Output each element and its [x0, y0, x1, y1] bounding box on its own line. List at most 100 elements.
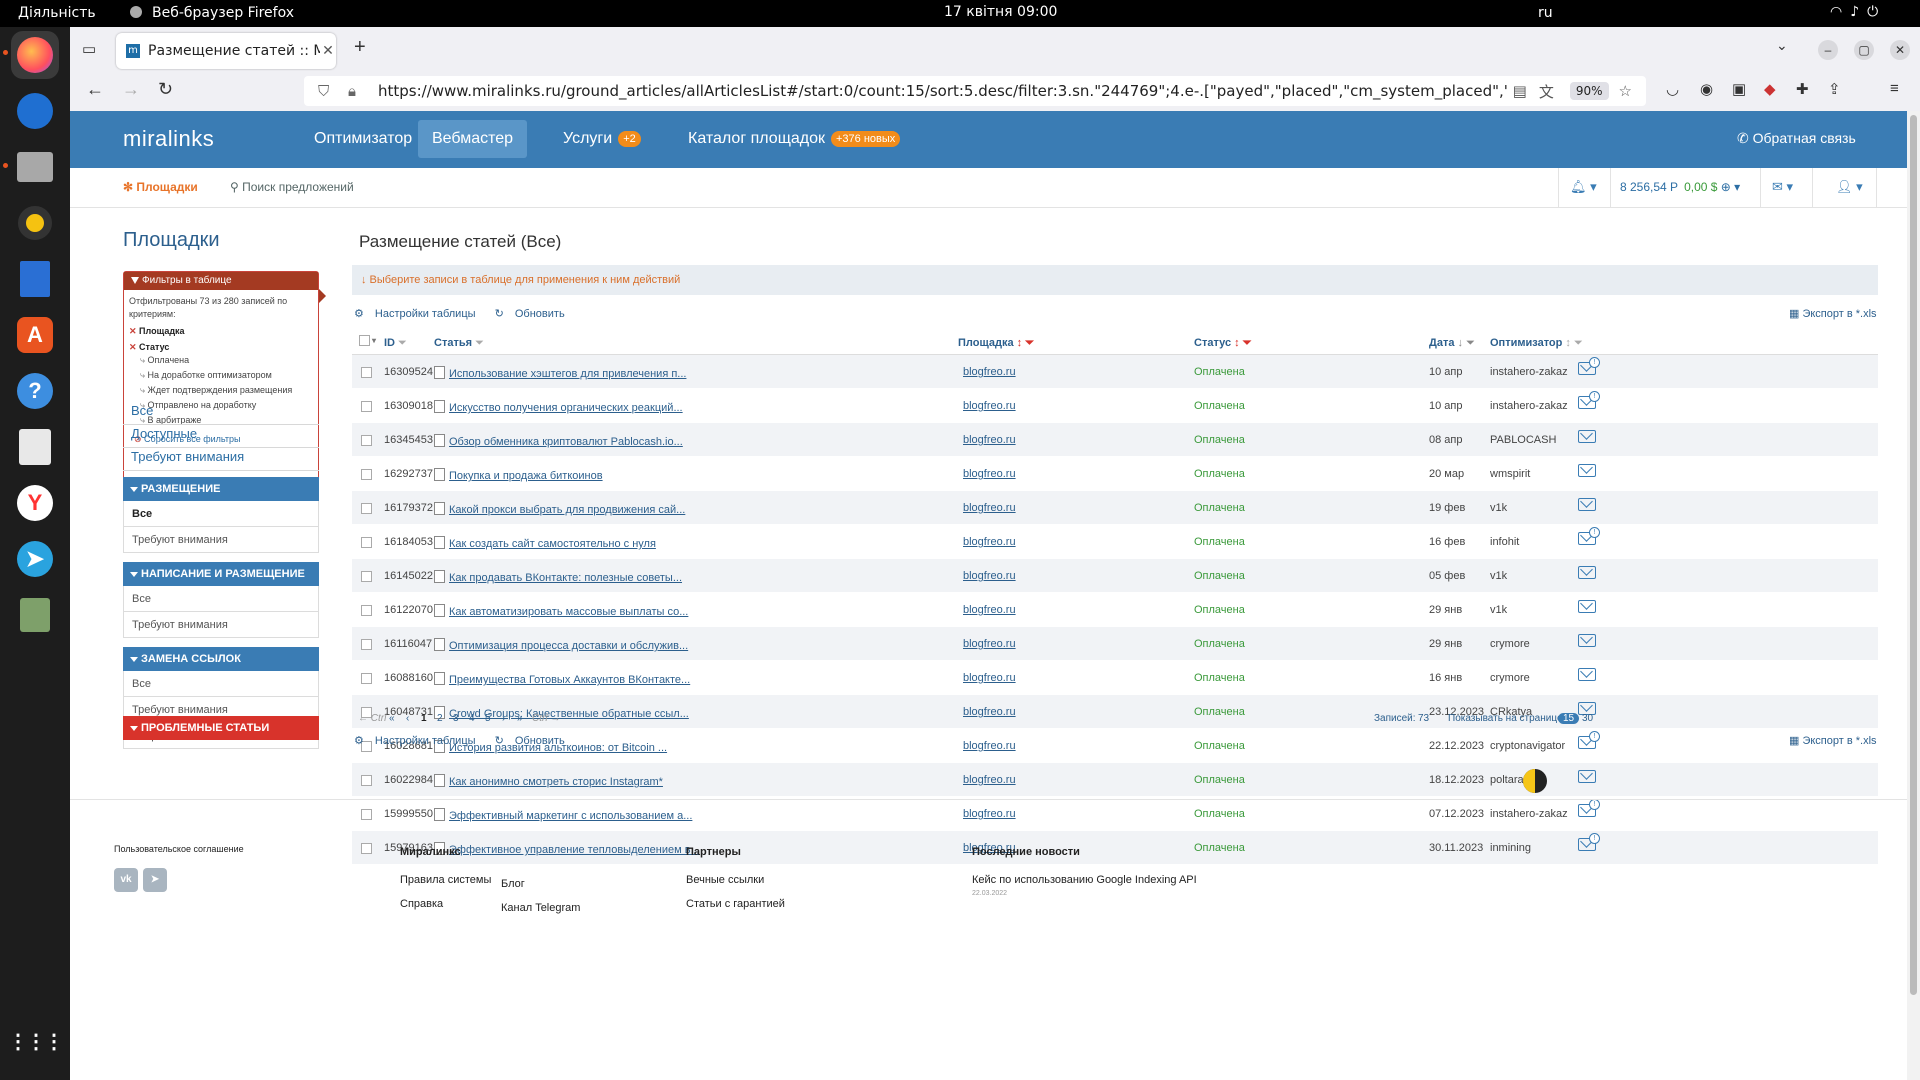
- table-row[interactable]: 16292737 Покупка и продажа биткоинов blogf…: [352, 457, 1878, 491]
- col-article[interactable]: Статья ⏷: [434, 337, 484, 350]
- system-tray[interactable]: ◠♪⏻: [1830, 4, 1886, 20]
- telegram-dock-icon[interactable]: ➤: [11, 535, 59, 583]
- col-date[interactable]: Дата ↓ ⏷: [1429, 337, 1475, 350]
- app-grid-icon[interactable]: ⋮⋮⋮: [8, 1017, 64, 1065]
- replace-all[interactable]: Все: [123, 671, 319, 697]
- nav-optimizer[interactable]: Оптимизатор: [300, 120, 426, 158]
- trash-dock-icon[interactable]: [11, 591, 59, 639]
- table-row[interactable]: 16179372 Какой прокси выбрать для продвиж…: [352, 491, 1878, 525]
- cell-site-link[interactable]: blogfreo.ru: [963, 502, 1016, 514]
- cell-site-link[interactable]: blogfreo.ru: [963, 366, 1016, 378]
- theme-toggle-icon[interactable]: [1523, 769, 1547, 793]
- forward-icon[interactable]: →: [122, 79, 140, 100]
- next-page-button[interactable]: ›: [502, 713, 505, 724]
- firefox-dock-icon[interactable]: [11, 31, 59, 79]
- feedback-link[interactable]: ✆ Обратная связь: [1737, 130, 1856, 147]
- url-text[interactable]: https://www.miralinks.ru/ground_articles…: [378, 82, 1507, 100]
- page-2[interactable]: 2: [437, 713, 443, 724]
- row-checkbox[interactable]: [361, 673, 372, 684]
- activities-button[interactable]: Діяльність: [18, 5, 96, 21]
- table-row[interactable]: 16022984 Как анонимно смотреть сторис Ins…: [352, 763, 1878, 797]
- footer-link[interactable]: Канал Telegram: [501, 902, 580, 914]
- row-checkbox[interactable]: [361, 435, 372, 446]
- writing-attention[interactable]: Требуют внимания: [123, 612, 319, 638]
- add-funds-icon[interactable]: ⊕ ▾: [1717, 180, 1740, 194]
- sidebar-link-attention[interactable]: Требуют внимания: [123, 443, 319, 471]
- cell-article-link[interactable]: Использование хэштегов для привлечения п…: [434, 366, 686, 380]
- cell-article-link[interactable]: Преимущества Готовых Аккаунтов ВКонтакте…: [434, 672, 690, 686]
- close-tab-icon[interactable]: ✕: [320, 43, 336, 59]
- cell-site-link[interactable]: blogfreo.ru: [963, 536, 1016, 548]
- message-icon[interactable]: [1578, 498, 1596, 511]
- reload-icon[interactable]: ↻: [158, 79, 173, 100]
- row-checkbox[interactable]: [361, 775, 372, 786]
- yandex-dock-icon[interactable]: Y: [11, 479, 59, 527]
- table-row[interactable]: 16145022 Как продавать ВКонтакте: полезны…: [352, 559, 1878, 593]
- col-site[interactable]: Площадка ↕ ⏷: [958, 337, 1034, 350]
- extension-shield-icon[interactable]: ◆: [1764, 80, 1776, 98]
- cell-site-link[interactable]: blogfreo.ru: [963, 740, 1016, 752]
- col-id[interactable]: ID ⏷: [384, 337, 407, 350]
- cell-site-link[interactable]: blogfreo.ru: [963, 400, 1016, 412]
- writer-dock-icon[interactable]: [11, 255, 59, 303]
- mail-icon[interactable]: ✉ ▾: [1772, 179, 1793, 195]
- refresh-link[interactable]: ↻ Обновить: [495, 308, 573, 320]
- page-5[interactable]: 5: [485, 713, 491, 724]
- telegram-icon[interactable]: ➤: [143, 868, 167, 892]
- zoom-level[interactable]: 90%: [1569, 82, 1609, 100]
- user-icon[interactable]: 👤︎ ▾: [1836, 179, 1863, 195]
- app-center-dock-icon[interactable]: A: [11, 311, 59, 359]
- section-problem[interactable]: ПРОБЛЕМНЫЕ СТАТЬИ: [123, 716, 319, 740]
- balance[interactable]: 8 256,54 Р 0,00 $ ⊕ ▾: [1620, 180, 1740, 194]
- col-status[interactable]: Статус ↕ ⏷: [1194, 337, 1252, 350]
- cell-site-link[interactable]: blogfreo.ru: [963, 434, 1016, 446]
- page-1[interactable]: 1: [421, 713, 427, 724]
- list-tabs-icon[interactable]: ⌄: [1776, 37, 1788, 54]
- row-checkbox[interactable]: [361, 571, 372, 582]
- extension-nl-icon[interactable]: ▣: [1732, 80, 1746, 98]
- new-tab-icon[interactable]: +: [354, 36, 366, 59]
- cell-site-link[interactable]: blogfreo.ru: [963, 570, 1016, 582]
- refresh-link[interactable]: ↻ Обновить: [495, 735, 573, 747]
- cell-article-link[interactable]: Обзор обменника криптовалют Pablocash.io…: [434, 434, 683, 448]
- placement-all[interactable]: Все: [123, 501, 319, 527]
- filter-criterion-status[interactable]: Статус: [129, 342, 318, 353]
- message-icon[interactable]: [1578, 770, 1596, 783]
- message-icon[interactable]: [1578, 600, 1596, 613]
- news-link[interactable]: Кейс по использованию Google Indexing AP…: [972, 874, 1197, 886]
- export-xls-link[interactable]: ▦ Экспорт в *.xls: [1789, 307, 1877, 320]
- nav-webmaster[interactable]: Вебмастер: [418, 120, 528, 158]
- table-row[interactable]: 16345453 Обзор обменника криптовалют Pabl…: [352, 423, 1878, 457]
- firefox-view-icon[interactable]: ▭: [82, 40, 96, 58]
- writing-all[interactable]: Все: [123, 586, 319, 612]
- bookmark-star-icon[interactable]: ☆: [1619, 82, 1632, 100]
- cell-site-link[interactable]: blogfreo.ru: [963, 638, 1016, 650]
- cell-article-link[interactable]: Как анонимно смотреть сторис Instagram*: [434, 774, 663, 788]
- extensions-icon[interactable]: ✚: [1796, 80, 1809, 98]
- reader-mode-icon[interactable]: ▤: [1513, 82, 1527, 100]
- table-row[interactable]: 16116047 Оптимизация процесса доставки и …: [352, 627, 1878, 661]
- back-icon[interactable]: ←: [86, 79, 104, 100]
- rhythmbox-dock-icon[interactable]: [11, 199, 59, 247]
- row-checkbox[interactable]: [361, 639, 372, 650]
- cell-site-link[interactable]: blogfreo.ru: [963, 672, 1016, 684]
- page-4[interactable]: 4: [469, 713, 475, 724]
- cell-site-link[interactable]: blogfreo.ru: [963, 604, 1016, 616]
- section-placement[interactable]: РАЗМЕЩЕНИЕ: [123, 477, 319, 501]
- page-3[interactable]: 3: [453, 713, 459, 724]
- translate-icon[interactable]: 文: [1539, 81, 1554, 102]
- files-dock-icon[interactable]: [11, 143, 59, 191]
- cell-site-link[interactable]: blogfreo.ru: [963, 774, 1016, 786]
- per-page-30[interactable]: 30: [1582, 713, 1593, 724]
- cell-article-link[interactable]: Искусство получения органических реакций…: [434, 400, 683, 414]
- row-checkbox[interactable]: [361, 605, 372, 616]
- table-settings-link[interactable]: ⚙ Настройки таблицы: [354, 308, 484, 320]
- footer-link[interactable]: Правила системы: [400, 874, 491, 886]
- search-offers-link[interactable]: ⚲ Поиск предложений: [230, 180, 354, 194]
- message-icon[interactable]: [1578, 566, 1596, 579]
- last-page-button[interactable]: »: [517, 713, 523, 724]
- account-icon[interactable]: ◉: [1700, 80, 1713, 98]
- cell-article-link[interactable]: Оптимизация процесса доставки и обслужив…: [434, 638, 688, 652]
- row-checkbox[interactable]: [361, 367, 372, 378]
- cell-article-link[interactable]: Какой прокси выбрать для продвижения сай…: [434, 502, 685, 516]
